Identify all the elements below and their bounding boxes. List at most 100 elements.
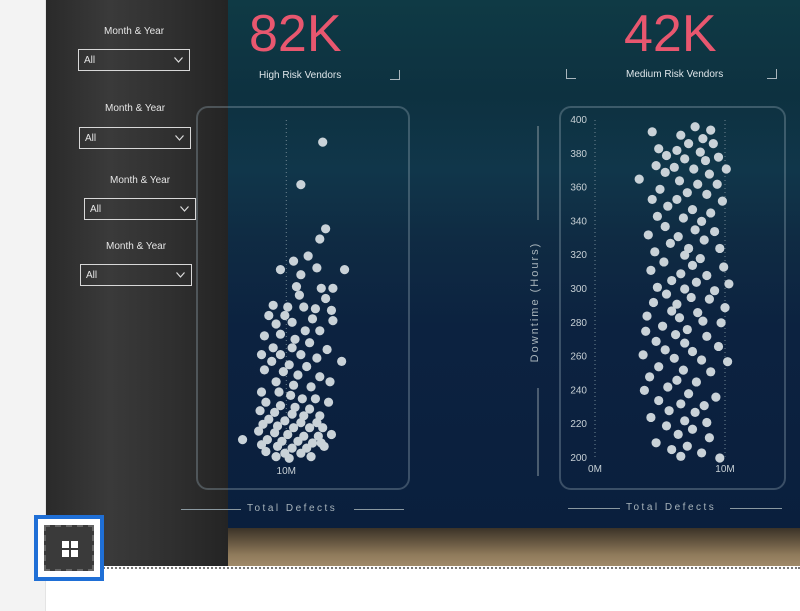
data-point[interactable] [661,150,672,161]
data-point[interactable] [287,317,297,327]
data-point[interactable] [693,308,703,318]
data-point[interactable] [305,423,315,433]
data-point[interactable] [321,293,331,304]
data-point[interactable] [318,423,328,433]
data-point[interactable] [288,380,299,390]
data-point[interactable] [254,426,264,436]
data-point[interactable] [651,438,661,448]
data-point[interactable] [704,294,714,304]
data-point[interactable] [712,179,722,189]
data-point[interactable] [699,401,709,411]
data-point[interactable] [299,302,309,312]
data-point[interactable] [316,283,326,293]
data-point[interactable] [667,306,677,316]
data-point[interactable] [259,365,270,375]
data-point[interactable] [255,406,265,416]
data-point[interactable] [312,353,322,363]
data-point[interactable] [676,269,686,279]
data-point[interactable] [673,429,683,439]
data-point[interactable] [704,433,714,443]
data-point[interactable] [275,265,286,275]
data-point[interactable] [710,286,720,296]
data-point[interactable] [655,184,665,194]
data-point[interactable] [660,221,670,232]
data-point[interactable] [661,421,672,431]
data-point[interactable] [667,275,677,286]
data-point[interactable] [280,310,290,321]
data-point[interactable] [318,137,328,147]
data-point[interactable] [288,256,299,266]
data-point[interactable] [286,390,296,400]
data-point[interactable] [274,387,284,397]
data-point[interactable] [706,208,716,218]
data-point[interactable] [682,188,692,198]
data-point[interactable] [695,147,705,157]
data-point[interactable] [719,262,729,272]
data-point[interactable] [641,326,651,336]
data-point[interactable] [322,344,332,355]
data-point[interactable] [676,451,686,461]
data-point[interactable] [328,316,338,326]
data-point[interactable] [315,234,325,244]
data-point[interactable] [669,353,679,363]
data-point[interactable] [720,302,730,313]
data-point[interactable] [702,270,712,281]
data-point[interactable] [715,243,725,254]
data-point[interactable] [259,331,270,341]
data-point[interactable] [672,145,682,156]
data-point[interactable] [687,424,698,434]
data-point[interactable] [300,326,310,336]
data-point[interactable] [669,162,679,172]
data-point[interactable] [678,365,688,375]
data-point[interactable] [287,409,297,419]
data-point[interactable] [708,139,718,149]
data-point[interactable] [684,139,694,149]
data-point[interactable] [687,204,698,215]
data-point[interactable] [665,238,675,248]
data-point[interactable] [271,319,281,329]
data-point[interactable] [642,311,652,321]
data-point[interactable] [296,448,306,458]
data-point[interactable] [297,394,307,404]
data-point[interactable] [634,174,644,184]
data-point[interactable] [659,257,669,267]
data-point[interactable] [654,362,664,372]
data-point[interactable] [713,152,724,162]
data-point[interactable] [713,341,724,352]
data-point[interactable] [326,429,337,440]
data-point[interactable] [715,453,725,463]
data-point[interactable] [697,448,707,458]
data-point[interactable] [271,452,281,462]
data-point[interactable] [275,350,286,360]
data-point[interactable] [284,453,294,463]
data-point[interactable] [638,350,648,360]
data-point[interactable] [268,343,278,353]
data-point[interactable] [698,316,708,326]
data-point[interactable] [652,211,662,221]
data-point[interactable] [687,260,698,270]
data-point[interactable] [691,377,701,387]
data-point[interactable] [690,407,700,417]
data-point[interactable] [680,154,690,164]
data-point[interactable] [312,263,322,273]
data-point[interactable] [691,277,701,287]
data-point[interactable] [700,155,711,166]
data-point[interactable] [337,356,347,366]
data-point[interactable] [307,314,318,324]
data-point[interactable] [650,247,660,257]
data-point[interactable] [672,375,682,385]
data-point[interactable] [704,169,714,179]
data-point[interactable] [310,394,321,404]
data-point[interactable] [690,225,700,235]
data-point[interactable] [661,289,672,299]
data-point[interactable] [647,194,657,205]
data-point[interactable] [690,122,700,132]
data-point[interactable] [682,441,692,451]
data-point[interactable] [673,232,683,242]
data-point[interactable] [671,330,681,340]
data-point[interactable] [325,377,335,387]
data-point[interactable] [684,389,694,399]
data-point[interactable] [315,326,325,336]
month-year-dropdown[interactable]: All [78,49,190,71]
data-point[interactable] [697,355,707,365]
